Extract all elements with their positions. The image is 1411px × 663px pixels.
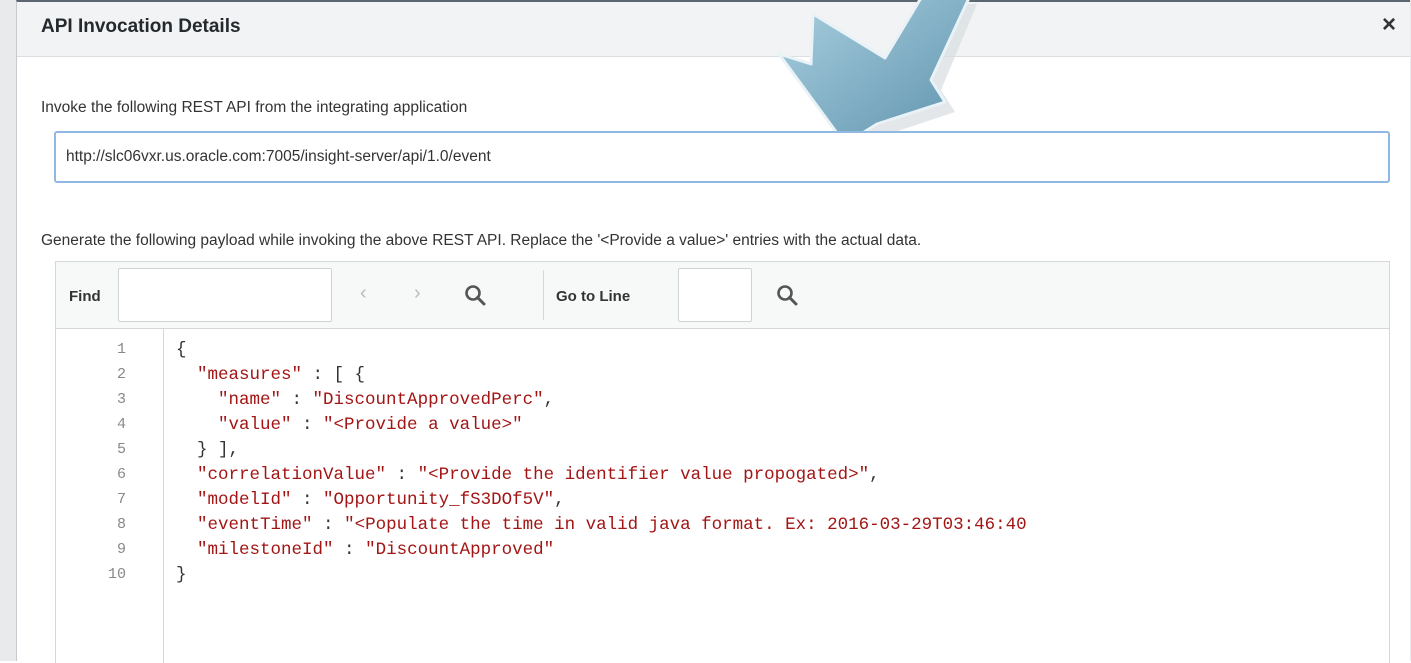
api-url-field[interactable]: [54, 131, 1390, 183]
line-number: 4: [116, 416, 126, 433]
line-number: 7: [116, 491, 126, 508]
code-line: "milestoneId" : "DiscountApproved": [176, 540, 554, 560]
code-line: "value" : "<Provide a value>": [176, 415, 523, 435]
line-number: 8: [116, 516, 126, 533]
close-icon[interactable]: ×: [1382, 12, 1396, 38]
code-token: {: [176, 340, 187, 360]
dialog-title: API Invocation Details: [41, 16, 241, 37]
line-number: 1: [116, 341, 126, 358]
line-number: 2: [116, 366, 126, 383]
code-token: }: [176, 565, 187, 585]
line-number: 6: [116, 466, 126, 483]
code-token: ,: [869, 465, 880, 485]
code-token: ,: [543, 390, 555, 410]
code-token: "DiscountApproved": [365, 540, 555, 560]
backdrop-left: [0, 0, 16, 661]
search-icon[interactable]: [464, 284, 486, 306]
code-line: "measures" : [ {: [176, 365, 365, 385]
line-number: 5: [116, 441, 126, 458]
code-line: {: [176, 340, 187, 360]
code-token: :: [291, 415, 324, 435]
code-token: } ],: [197, 440, 240, 460]
code-token: "modelId": [197, 490, 292, 510]
code-token: "<Populate the time in valid java format…: [344, 515, 1027, 535]
code-token: "measures": [197, 365, 303, 385]
chevron-right-icon[interactable]: ›: [414, 282, 421, 305]
code-token: "Opportunity_fS3DOf5V": [323, 490, 555, 510]
goto-search-icon[interactable]: [776, 284, 798, 306]
invoke-instruction: Invoke the following REST API from the i…: [41, 99, 468, 116]
line-number: 3: [116, 391, 126, 408]
code-area[interactable]: { "measures" : [ { "name" : "DiscountApp…: [176, 329, 1389, 663]
goto-line-label: Go to Line: [556, 288, 631, 305]
code-token: "<Provide the identifier value propogate…: [417, 465, 870, 485]
code-token: "eventTime": [197, 515, 313, 535]
code-token: ,: [554, 490, 565, 510]
chevron-left-icon[interactable]: ‹: [360, 282, 367, 305]
payload-editor: Find ‹ › Go to Line 1 2 3 4 5 6 7 8 9 10…: [55, 261, 1390, 663]
code-token: "DiscountApprovedPerc": [312, 390, 544, 410]
editor-toolbar: Find ‹ › Go to Line: [56, 262, 1389, 329]
code-token: :: [291, 490, 324, 510]
goto-line-input[interactable]: [678, 268, 752, 322]
toolbar-divider: [543, 270, 544, 320]
code-token: "name": [218, 390, 282, 410]
find-input[interactable]: [118, 268, 332, 322]
code-token: : [ {: [302, 365, 366, 385]
code-line: "name" : "DiscountApprovedPerc",: [176, 390, 554, 410]
api-invocation-dialog: API Invocation Details × Invoke the foll…: [16, 0, 1410, 663]
code-line: } ],: [176, 440, 239, 460]
line-number: 10: [107, 566, 126, 583]
code-token: "<Provide a value>": [323, 415, 523, 435]
find-label: Find: [69, 288, 101, 305]
code-token: :: [312, 515, 345, 535]
payload-instruction: Generate the following payload while inv…: [41, 232, 922, 249]
line-number-gutter: 1 2 3 4 5 6 7 8 9 10: [56, 329, 164, 663]
dialog-header: API Invocation Details ×: [17, 2, 1410, 57]
code-line: "modelId" : "Opportunity_fS3DOf5V",: [176, 490, 565, 510]
code-token: "milestoneId": [197, 540, 334, 560]
code-token: :: [281, 390, 313, 410]
code-line: "correlationValue" : "<Provide the ident…: [176, 465, 880, 485]
code-token: :: [333, 540, 366, 560]
line-number: 9: [116, 541, 126, 558]
code-token: "correlationValue": [197, 465, 387, 485]
code-token: "value": [218, 415, 292, 435]
code-line: "eventTime" : "<Populate the time in val…: [176, 515, 1027, 535]
code-line: }: [176, 565, 187, 585]
code-token: :: [386, 465, 418, 485]
